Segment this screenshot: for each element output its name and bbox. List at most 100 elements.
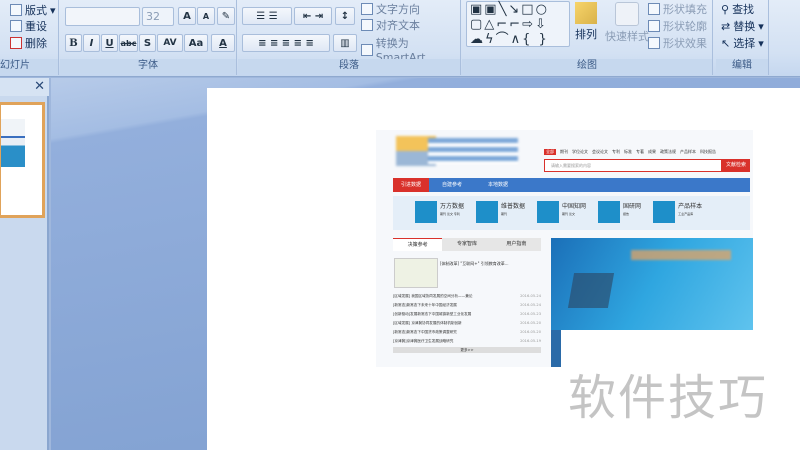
delete-button[interactable]: 删除 — [10, 35, 47, 51]
news-title: [新常态]新常态下中国货币政策调整研究 — [393, 330, 457, 334]
align-text-button[interactable]: 对齐文本 — [361, 17, 420, 33]
site-title — [428, 138, 518, 164]
quick-styles-button[interactable]: 快速样式 — [605, 2, 649, 44]
shape-fill-button[interactable]: 形状填充 — [648, 1, 707, 17]
nav-item[interactable]: 本地数据 — [475, 178, 521, 192]
slides-group-label: 幻灯片 — [0, 59, 58, 73]
thumbnail-preview — [1, 119, 25, 167]
drawing-group: ▣▣╲↘□○ ▢△⌐⌐⇨⇩ ☁ϟ⌒∧{ } 排列 快速样式 形状填充 形状轮廓 形状… — [462, 0, 713, 75]
search-tab[interactable]: 成果 — [648, 149, 656, 155]
change-case-button[interactable]: Aa — [184, 34, 208, 52]
arrange-icon — [575, 2, 597, 24]
info-tab[interactable]: 用户指南 — [491, 238, 541, 251]
bold-button[interactable]: B — [65, 34, 82, 52]
database-carousel: 万方数据 期刊 论文 专利 维普数据 期刊 中国知网 期刊 论文 国研网报告 产品样本… — [393, 196, 750, 230]
font-color-button[interactable]: A — [211, 34, 235, 52]
info-tabs: 决策参考 专家智库 用户指南 — [393, 238, 541, 251]
nav-item[interactable]: 自建参考 — [429, 178, 475, 192]
bullets-button[interactable]: ☰ ☰ — [242, 7, 292, 25]
delete-icon — [10, 37, 22, 49]
strikethrough-button[interactable]: abc — [119, 34, 138, 52]
database-name: 国研网 — [623, 203, 642, 210]
shape-outline-button[interactable]: 形状轮廓 — [648, 18, 707, 34]
search-tab[interactable]: 会议论文 — [592, 149, 608, 155]
news-item[interactable]: [京津冀]京津冀医疗卫生发展战略研究 2016-05-19 — [393, 337, 541, 346]
font-size-input[interactable]: 32 — [142, 7, 174, 26]
shrink-font-button[interactable]: A — [197, 7, 215, 25]
alignment-buttons[interactable]: ≡ ≡ ≡ ≡ ≡ — [242, 34, 330, 52]
search-tab[interactable]: 标准 — [624, 149, 632, 155]
search-tab[interactable]: 政策法规 — [660, 149, 676, 155]
text-direction-button[interactable]: 文字方向 — [361, 1, 420, 17]
database-logo — [415, 201, 437, 223]
info-tab[interactable]: 决策参考 — [393, 238, 443, 251]
news-title: [区域发展] 我国区域协同发展的空间分析——兼论 — [393, 294, 473, 298]
news-item[interactable]: [新常态]新常态下未来十年中国经济发展 2016-05-24 — [393, 301, 541, 310]
shapes-gallery[interactable]: ▣▣╲↘□○ ▢△⌐⌐⇨⇩ ☁ϟ⌒∧{ } — [466, 1, 570, 47]
slide-thumbnail[interactable] — [0, 102, 45, 218]
database-card[interactable]: 国研网 报告 — [598, 201, 641, 230]
grow-font-button[interactable]: A — [178, 7, 196, 25]
search-button[interactable]: 文献检索 — [722, 159, 750, 172]
search-tab[interactable]: 学位论文 — [572, 149, 588, 155]
quick-styles-icon — [615, 2, 639, 26]
search-tab[interactable]: 全部 — [544, 149, 556, 155]
search-input[interactable]: 请输入需要搜索的内容 — [544, 159, 722, 172]
database-card[interactable]: 中国知网 期刊 论文 — [537, 201, 586, 230]
reset-button[interactable]: 重设 — [10, 18, 47, 34]
search-tab[interactable]: 期刊 — [560, 149, 568, 155]
replace-button[interactable]: ⇄ 替换 ▾ — [721, 18, 764, 34]
align-text-icon — [361, 19, 373, 31]
database-card[interactable]: 产品样本 工业产品库 — [653, 201, 702, 230]
news-date: 2016-05-24 — [520, 294, 541, 298]
more-link[interactable]: 更多>> — [393, 347, 541, 353]
nav-item[interactable]: 引进数据 — [393, 178, 429, 192]
find-button[interactable]: ⚲ 查找 — [721, 1, 754, 17]
ribbon: 版式 ▾ 重设 删除 幻灯片 32 A A ✎ B I U abc S AV Aa… — [0, 0, 800, 77]
italic-button[interactable]: I — [83, 34, 100, 52]
select-button[interactable]: ↖ 选择 ▾ — [721, 35, 764, 51]
search-tabs: 全部 期刊 学位论文 会议论文 专利 标准 专著 成果 政策法规 产品样本 科技… — [544, 149, 716, 155]
search-tab[interactable]: 科技报告 — [700, 149, 716, 155]
font-group-label: 字体 — [60, 59, 236, 73]
line-spacing-icon: ↕ — [340, 10, 350, 22]
news-item[interactable]: [创新驱动]发展新常态下中国城镇新型工业化发展 2016-05-23 — [393, 310, 541, 319]
database-name: 产品样本 — [678, 203, 703, 210]
news-item[interactable]: [新常态]新常态下中国货币政策调整研究 2016-05-20 — [393, 328, 541, 337]
underline-button[interactable]: U — [101, 34, 118, 52]
search-tab[interactable]: 产品样本 — [680, 149, 696, 155]
columns-icon: ▥ — [340, 37, 350, 49]
close-panel-button[interactable]: ✕ — [34, 79, 45, 94]
columns-button[interactable]: ▥ — [333, 34, 357, 52]
indent-buttons[interactable]: ⇤ ⇥ — [294, 7, 332, 25]
info-tab[interactable]: 专家智库 — [442, 238, 492, 251]
panel-header: ✕ — [0, 78, 49, 96]
site-nav: 引进数据 自建参考 本地数据 — [393, 178, 750, 192]
database-desc: 报告 — [623, 212, 630, 216]
shapes-icons: ▣▣╲↘□○ ▢△⌐⌐⇨⇩ ☁ϟ⌒∧{ } — [470, 2, 549, 47]
news-list: [区域发展] 我国区域协同发展的空间分析——兼论 2016-05-24 [新常态]… — [393, 292, 541, 353]
font-group: 32 A A ✎ B I U abc S AV Aa A 字体 — [60, 0, 237, 75]
banner-image — [551, 238, 753, 330]
database-logo — [653, 201, 676, 223]
news-item[interactable]: [区域发展] 京津冀协同发展的体制机制创新 2016-05-20 — [393, 319, 541, 328]
outline-icon — [648, 20, 660, 32]
database-card[interactable]: 维普数据 期刊 — [476, 201, 525, 230]
news-date: 2016-05-23 — [520, 312, 541, 316]
char-spacing-button[interactable]: AV — [157, 34, 183, 52]
news-date: 2016-05-20 — [520, 321, 541, 325]
arrange-button[interactable]: 排列 — [575, 2, 597, 42]
shape-effects-button[interactable]: 形状效果 — [648, 35, 707, 51]
layout-button[interactable]: 版式 ▾ — [10, 2, 56, 18]
clear-format-button[interactable]: ✎ — [217, 7, 235, 25]
shadow-button[interactable]: S — [139, 34, 156, 52]
search-tab[interactable]: 专著 — [636, 149, 644, 155]
database-card[interactable]: 万方数据 期刊 论文 专利 — [415, 201, 464, 230]
line-spacing-button[interactable]: ↕ — [335, 7, 355, 25]
news-item[interactable]: [区域发展] 我国区域协同发展的空间分析——兼论 2016-05-24 — [393, 292, 541, 301]
font-name-input[interactable] — [65, 7, 140, 26]
bullets-icon: ☰ ☰ — [256, 10, 278, 22]
search-tab[interactable]: 专利 — [612, 149, 620, 155]
database-desc: 期刊 — [501, 212, 508, 216]
feature-title[interactable]: [体制改革] "互联网+" 引领教育改革... — [440, 261, 540, 267]
